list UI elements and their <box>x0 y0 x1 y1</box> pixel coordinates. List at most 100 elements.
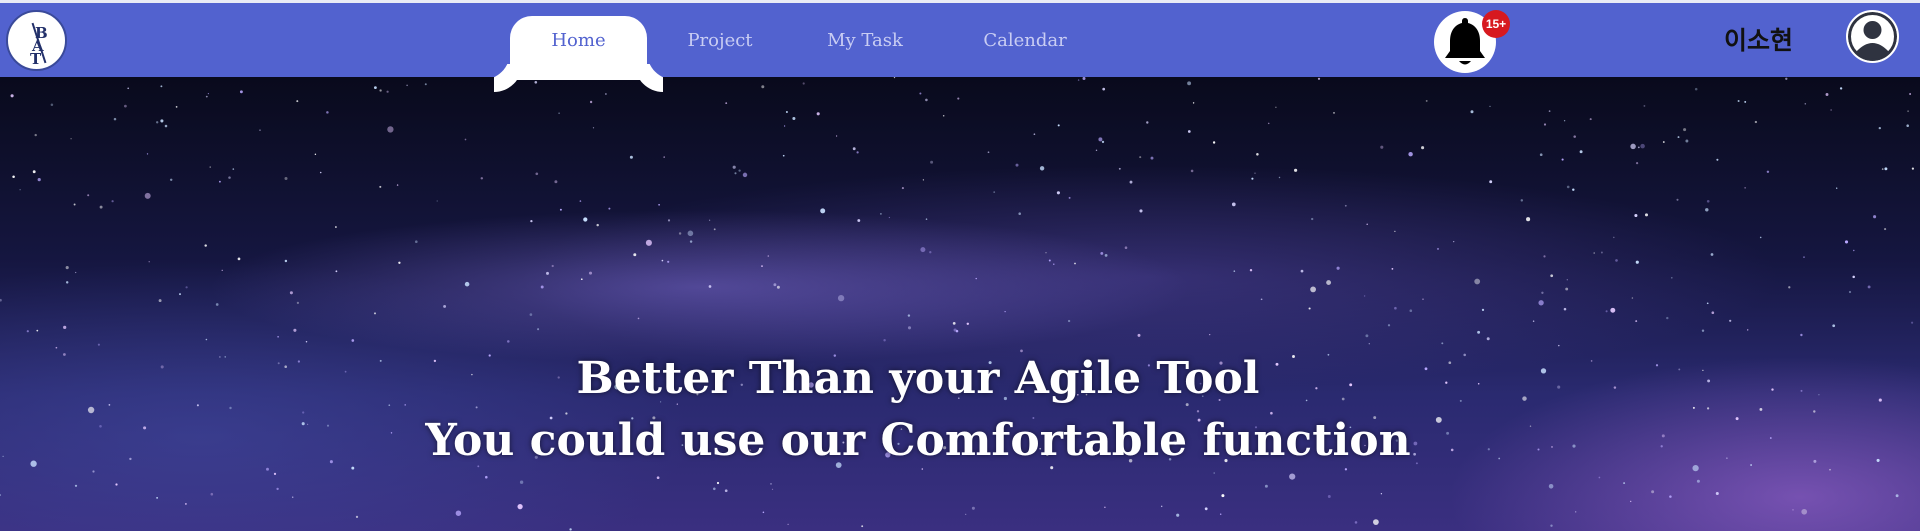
star <box>387 126 394 133</box>
star <box>1470 110 1474 114</box>
star <box>1895 494 1899 498</box>
star <box>160 85 163 88</box>
star <box>70 137 72 140</box>
star <box>1474 278 1481 285</box>
star <box>205 338 208 341</box>
star <box>856 151 859 154</box>
star <box>1548 484 1554 489</box>
star <box>1573 135 1576 138</box>
tab-home[interactable]: Home <box>510 16 647 80</box>
star <box>1366 223 1368 225</box>
star <box>955 329 959 333</box>
star <box>296 100 299 103</box>
star <box>792 116 796 121</box>
tab-my-task[interactable]: My Task <box>810 16 920 80</box>
star <box>1670 276 1673 279</box>
star <box>1139 209 1143 213</box>
star <box>787 523 789 526</box>
star <box>1074 262 1076 265</box>
star <box>1102 87 1106 91</box>
star <box>1333 112 1335 114</box>
star <box>1436 247 1440 250</box>
star <box>773 283 777 287</box>
tab-project[interactable]: Project <box>670 16 770 80</box>
star <box>1004 310 1006 313</box>
star <box>0 298 2 302</box>
star <box>424 83 427 86</box>
star <box>589 100 593 104</box>
star <box>1566 185 1570 189</box>
star <box>767 255 770 257</box>
star <box>144 192 151 199</box>
star <box>1566 279 1568 281</box>
star <box>1363 295 1366 297</box>
star <box>1365 334 1369 338</box>
star <box>436 200 438 202</box>
star <box>1853 249 1855 252</box>
star <box>776 285 780 289</box>
star <box>1104 506 1106 508</box>
star <box>762 511 765 514</box>
star <box>1373 519 1379 525</box>
star <box>1825 93 1829 96</box>
star <box>113 117 117 121</box>
star <box>583 217 588 222</box>
star <box>1737 99 1740 103</box>
star <box>656 476 660 480</box>
star <box>1394 230 1396 233</box>
star <box>857 219 861 222</box>
star <box>1425 99 1428 102</box>
star <box>540 285 544 289</box>
star <box>164 124 168 128</box>
star <box>148 261 150 263</box>
star <box>455 510 462 516</box>
star <box>708 285 712 288</box>
star <box>1391 267 1394 270</box>
star <box>1623 482 1626 485</box>
star <box>1380 145 1384 149</box>
star <box>1593 252 1595 254</box>
star <box>1666 316 1669 320</box>
user-avatar-button[interactable] <box>1846 10 1899 63</box>
star <box>1589 118 1592 121</box>
star <box>1711 311 1715 315</box>
tab-calendar[interactable]: Calendar <box>970 16 1080 80</box>
star <box>930 160 934 164</box>
star <box>1701 329 1705 332</box>
star <box>1053 263 1055 265</box>
star <box>1729 319 1732 322</box>
star <box>1867 285 1871 289</box>
star <box>1744 100 1747 103</box>
star <box>179 293 181 296</box>
star <box>1852 275 1855 279</box>
star <box>546 271 549 275</box>
star <box>1056 191 1060 195</box>
star <box>1754 120 1758 124</box>
star <box>919 92 922 95</box>
star <box>1095 149 1098 152</box>
star <box>379 89 382 92</box>
star <box>771 488 774 490</box>
star <box>97 343 100 346</box>
star <box>1260 298 1263 301</box>
star <box>1600 251 1603 254</box>
star <box>608 207 611 210</box>
star <box>852 147 856 151</box>
star <box>507 340 510 343</box>
star <box>1187 130 1191 133</box>
star <box>1249 268 1253 272</box>
star <box>907 326 912 330</box>
star <box>687 230 694 237</box>
star <box>925 218 928 220</box>
star <box>663 156 665 158</box>
brand-logo[interactable]: B A T <box>6 10 67 71</box>
star <box>1644 213 1649 217</box>
star <box>26 330 29 333</box>
star <box>1572 188 1575 191</box>
star <box>637 317 640 320</box>
star <box>667 219 671 222</box>
star <box>1251 177 1254 180</box>
star <box>1477 330 1481 334</box>
star <box>1275 106 1277 108</box>
star <box>373 86 377 90</box>
